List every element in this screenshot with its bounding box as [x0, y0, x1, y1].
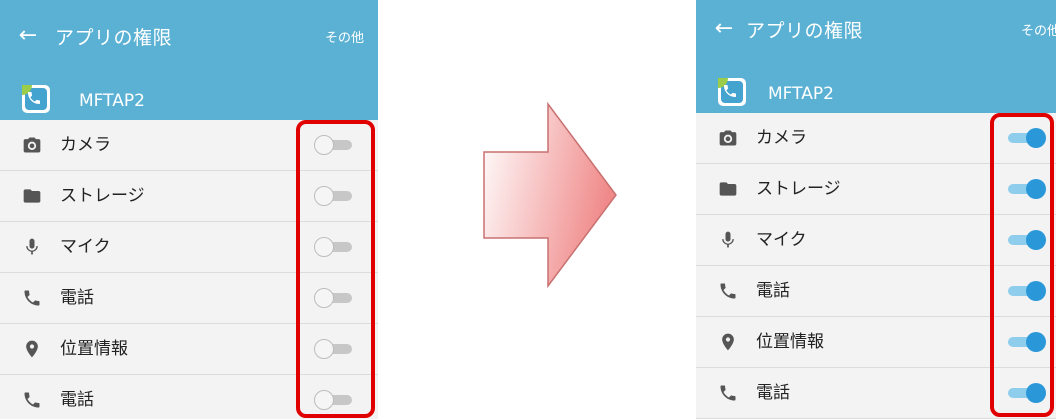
back-arrow-icon[interactable]: ←: [16, 24, 40, 48]
microphone-icon: [22, 237, 42, 257]
page-title: アプリの権限: [746, 20, 864, 42]
permission-label: マイク: [60, 237, 111, 257]
phone-icon: [718, 383, 738, 403]
permission-label: カメラ: [756, 128, 807, 148]
permission-label: 電話: [756, 383, 790, 403]
permission-label: マイク: [756, 230, 807, 250]
permission-label: ストレージ: [60, 186, 145, 206]
app-logo-icon: [22, 85, 50, 113]
folder-icon: [718, 179, 738, 199]
location-icon: [22, 339, 42, 359]
back-arrow-icon[interactable]: ←: [712, 17, 736, 41]
camera-icon: [718, 128, 738, 148]
phone-icon: [22, 390, 42, 410]
page-title: アプリの権限: [55, 27, 173, 49]
title-bar: ← アプリの権限 その他: [0, 0, 378, 72]
toggle-highlight-box: [296, 120, 375, 418]
permission-label: 位置情報: [60, 339, 128, 359]
permission-label: 電話: [60, 390, 94, 410]
title-bar: ← アプリの権限 その他: [696, 0, 1056, 65]
permission-label: 位置情報: [756, 332, 824, 352]
location-icon: [718, 332, 738, 352]
phone-icon: [22, 288, 42, 308]
toggle-highlight-box: [990, 113, 1054, 417]
permission-label: ストレージ: [756, 179, 841, 199]
permission-label: カメラ: [60, 135, 111, 155]
app-name: MFTAP2: [79, 91, 145, 111]
more-menu-button[interactable]: その他: [1021, 23, 1056, 41]
app-logo-icon: [718, 78, 746, 106]
permission-label: 電話: [60, 288, 94, 308]
transition-arrow-icon: [483, 101, 617, 289]
more-menu-button[interactable]: その他: [325, 30, 364, 48]
microphone-icon: [718, 230, 738, 250]
permission-label: 電話: [756, 281, 790, 301]
camera-icon: [22, 135, 42, 155]
folder-icon: [22, 186, 42, 206]
app-name: MFTAP2: [768, 84, 834, 104]
phone-icon: [718, 281, 738, 301]
